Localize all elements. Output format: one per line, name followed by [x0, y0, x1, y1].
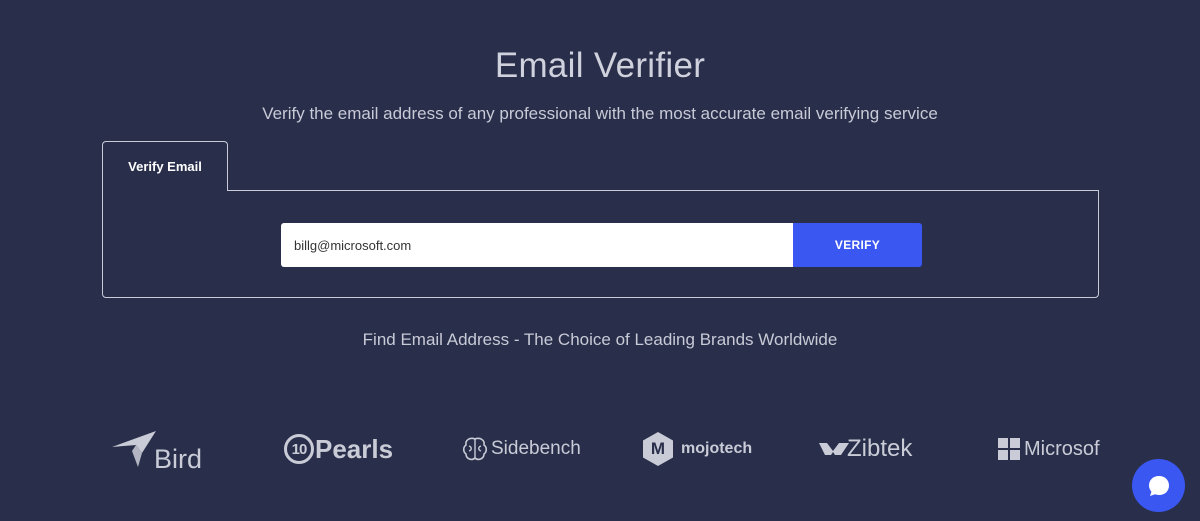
logo-10pearls: 10 Pearls — [284, 424, 393, 474]
logo-microsoft-text: Microsoft — [1024, 437, 1100, 460]
chat-launcher-button[interactable] — [1132, 459, 1185, 512]
verify-button[interactable]: VERIFY — [793, 223, 922, 267]
bird-icon — [112, 431, 156, 467]
logo-microsoft: Microsoft — [998, 424, 1100, 474]
logo-10pearls-mark: 10 — [291, 440, 308, 458]
brain-icon — [462, 437, 488, 461]
logo-sidebench: Sidebench — [462, 424, 581, 474]
logo-bird-text: Bird — [154, 443, 203, 474]
hexagon-m-icon: M — [640, 431, 676, 467]
brands-heading: Find Email Address - The Choice of Leadi… — [362, 330, 838, 349]
logo-bird: Bird — [112, 424, 202, 474]
logo-zibtek-text: Zibtek — [847, 435, 913, 462]
email-input[interactable] — [281, 223, 794, 267]
page-title: Email Verifier — [494, 46, 706, 85]
page-subtitle: Verify the email address of any professi… — [262, 104, 938, 123]
logo-mojotech: M mojotech — [640, 424, 752, 474]
windows-grid-icon — [998, 438, 1020, 460]
tab-verify-email[interactable]: Verify Email — [102, 141, 228, 191]
10pearls-icon: 10 — [284, 434, 314, 464]
logo-mojotech-mark: M — [650, 439, 666, 458]
zibtek-icon — [819, 443, 849, 455]
chat-bubble-icon — [1148, 475, 1169, 496]
logo-10pearls-text: Pearls — [315, 433, 394, 464]
logo-zibtek: Zibtek — [819, 424, 912, 474]
logo-sidebench-text: Sidebench — [491, 438, 581, 459]
logo-mojotech-text: mojotech — [681, 440, 753, 457]
